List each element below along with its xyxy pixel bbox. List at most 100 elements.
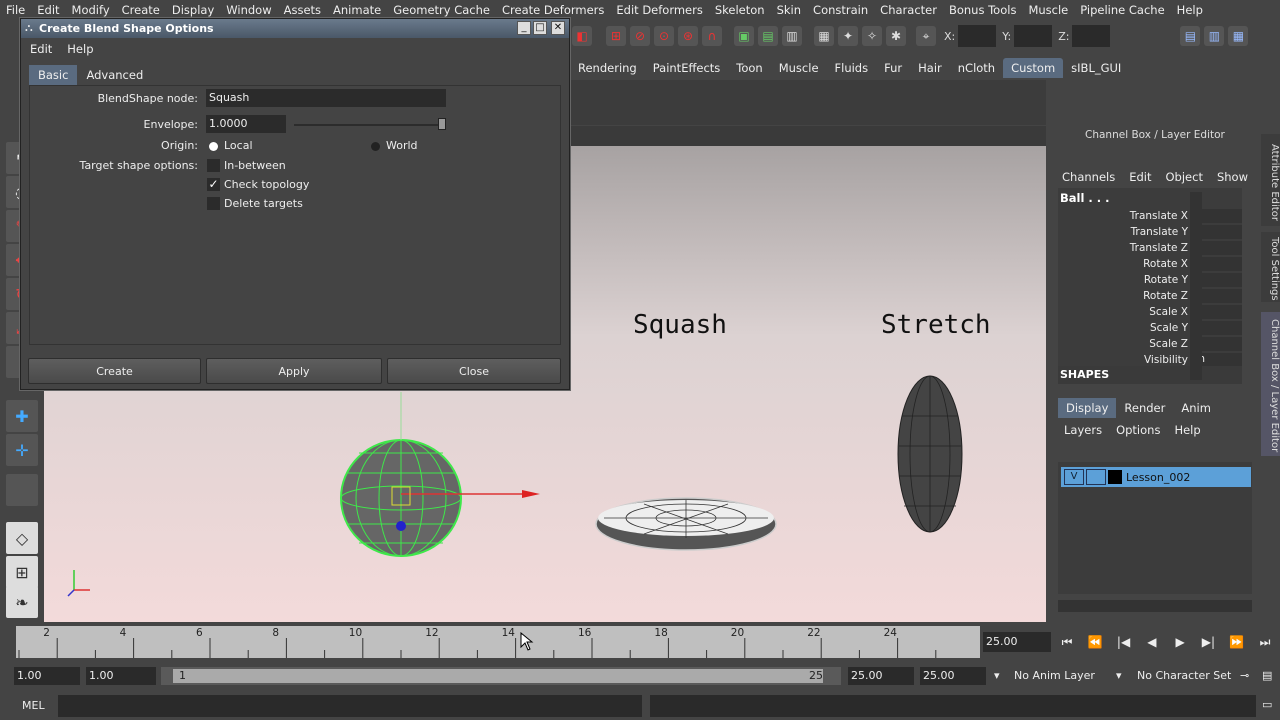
shelf-tab-custom[interactable]: Custom: [1003, 58, 1064, 78]
render-icon[interactable]: ✦: [838, 26, 858, 46]
step-forward-frame-icon[interactable]: ▶|: [1197, 635, 1219, 649]
origin-local-radio[interactable]: [209, 142, 218, 151]
shelf-tab-muscle[interactable]: Muscle: [771, 58, 827, 78]
animation-start-field[interactable]: 1.00: [14, 667, 80, 685]
origin-world-label[interactable]: World: [386, 139, 418, 152]
attribute-editor-toggle-icon[interactable]: ▤: [1180, 26, 1201, 46]
snap-curve-icon[interactable]: ⊘: [630, 26, 650, 46]
menu-edit-deformers[interactable]: Edit Deformers: [616, 3, 702, 17]
channel-row[interactable]: Translate Y0: [1058, 224, 1242, 240]
character-set-dropdown-icon[interactable]: ▾: [1116, 667, 1122, 685]
side-tab-tool-settings[interactable]: Tool Settings: [1261, 232, 1280, 302]
menu-display[interactable]: Display: [172, 3, 214, 17]
shelf-tab-toon[interactable]: Toon: [728, 58, 770, 78]
origin-local-label[interactable]: Local: [224, 139, 253, 152]
command-input[interactable]: [58, 695, 642, 717]
dialog-title-bar[interactable]: ⛬ Create Blend Shape Options _ □ ✕: [21, 19, 569, 38]
menu-skin[interactable]: Skin: [777, 3, 801, 17]
shelf-tab-ncloth[interactable]: nCloth: [950, 58, 1003, 78]
blendshape-node-field[interactable]: Squash: [206, 89, 446, 107]
construction-history-icon[interactable]: ▣: [734, 26, 754, 46]
menu-create[interactable]: Create: [122, 3, 160, 17]
channel-row[interactable]: Scale Z1: [1058, 336, 1242, 352]
menu-animate[interactable]: Animate: [333, 3, 381, 17]
anim-layer-selector[interactable]: No Anim Layer: [1014, 667, 1095, 685]
shelf-tab-rendering[interactable]: Rendering: [570, 58, 645, 78]
menu-constrain[interactable]: Constrain: [813, 3, 868, 17]
menu-muscle[interactable]: Muscle: [1028, 3, 1068, 17]
tab-display[interactable]: Display: [1058, 398, 1117, 418]
tool-settings-toggle-icon[interactable]: ▥: [1204, 26, 1225, 46]
layer-color-swatch[interactable]: [1108, 470, 1122, 484]
magnet-icon[interactable]: ∩: [702, 26, 722, 46]
le-menu-layers[interactable]: Layers: [1064, 423, 1102, 437]
menu-create-deformers[interactable]: Create Deformers: [502, 3, 604, 17]
last-tool-icon[interactable]: [6, 474, 38, 506]
tab-advanced[interactable]: Advanced: [77, 65, 152, 85]
in-between-label[interactable]: In-between: [224, 159, 286, 172]
time-slider[interactable]: 2 4 6 8 10 12 14 16 18 20 22 24: [16, 626, 980, 658]
layer-row[interactable]: V Lesson_002: [1061, 467, 1251, 487]
menu-bonus-tools[interactable]: Bonus Tools: [949, 3, 1016, 17]
render-view-icon[interactable]: ▦: [814, 26, 834, 46]
channel-row[interactable]: Rotate X0: [1058, 256, 1242, 272]
y-field[interactable]: [1014, 25, 1053, 47]
four-view-layout-icon[interactable]: ⊞: [6, 556, 38, 588]
single-view-layout-icon[interactable]: ◇: [6, 522, 38, 554]
step-back-frame-icon[interactable]: |◀: [1113, 635, 1135, 649]
channel-row[interactable]: Translate Z0: [1058, 240, 1242, 256]
x-field[interactable]: [958, 25, 997, 47]
layer-visibility-toggle[interactable]: V: [1064, 469, 1084, 485]
move-manip-z-handle[interactable]: [396, 521, 406, 531]
minimize-icon[interactable]: _: [517, 21, 531, 35]
menu-help[interactable]: Help: [1177, 3, 1203, 17]
delete-targets-label[interactable]: Delete targets: [224, 197, 303, 210]
cb-menu-edit[interactable]: Edit: [1129, 170, 1151, 184]
current-time-field[interactable]: 25.00: [983, 632, 1051, 652]
snap-point-icon[interactable]: ⊙: [654, 26, 674, 46]
shelf-tab-sibl-gui[interactable]: sIBL_GUI: [1063, 58, 1129, 78]
tab-anim[interactable]: Anim: [1173, 398, 1219, 418]
side-tab-channel-box[interactable]: Channel Box / Layer Editor: [1261, 312, 1280, 456]
step-forward-key-icon[interactable]: ⏩: [1226, 635, 1248, 649]
cb-menu-channels[interactable]: Channels: [1062, 170, 1115, 184]
tab-render[interactable]: Render: [1116, 398, 1173, 418]
cb-menu-show[interactable]: Show: [1217, 170, 1248, 184]
outliner-layout-icon[interactable]: ❧: [6, 586, 38, 618]
maximize-icon[interactable]: □: [533, 21, 547, 35]
check-topology-checkbox[interactable]: ✓: [207, 178, 220, 191]
output-ops-icon[interactable]: ▥: [782, 26, 802, 46]
step-back-key-icon[interactable]: ⏪: [1084, 635, 1106, 649]
menu-pipeline-cache[interactable]: Pipeline Cache: [1080, 3, 1164, 17]
play-backward-icon[interactable]: ◀: [1141, 635, 1163, 649]
selected-object-name[interactable]: Ball . . .: [1060, 191, 1110, 205]
side-tab-attribute-editor[interactable]: Attribute Editor: [1261, 134, 1280, 226]
anim-layer-dropdown-icon[interactable]: ▾: [994, 667, 1000, 685]
origin-world-radio[interactable]: [371, 142, 380, 151]
shapes-header[interactable]: SHAPES: [1058, 366, 1242, 384]
ipr-render-icon[interactable]: ✧: [862, 26, 882, 46]
ball-mesh[interactable]: [340, 439, 462, 557]
render-settings-icon[interactable]: ✱: [886, 26, 906, 46]
tab-basic[interactable]: Basic: [29, 65, 78, 85]
move-manip-x-arrow[interactable]: [522, 490, 540, 498]
snap-view-icon[interactable]: ⊛: [678, 26, 698, 46]
channel-row[interactable]: Rotate Z0: [1058, 288, 1242, 304]
script-editor-icon[interactable]: ▭: [1262, 698, 1272, 711]
apply-button[interactable]: Apply: [206, 358, 382, 384]
menu-file[interactable]: File: [6, 3, 25, 17]
show-manip-icon[interactable]: ✛: [6, 434, 38, 466]
le-menu-options[interactable]: Options: [1116, 423, 1160, 437]
menu-geometry-cache[interactable]: Geometry Cache: [393, 3, 490, 17]
shelf-tab-painteffects[interactable]: PaintEffects: [645, 58, 729, 78]
menu-skeleton[interactable]: Skeleton: [715, 3, 765, 17]
le-menu-help[interactable]: Help: [1174, 423, 1200, 437]
menu-character[interactable]: Character: [880, 3, 937, 17]
menu-window[interactable]: Window: [226, 3, 271, 17]
envelope-slider-track[interactable]: [294, 124, 442, 126]
shelf-tab-hair[interactable]: Hair: [910, 58, 950, 78]
range-slider-handle[interactable]: [173, 669, 823, 683]
check-topology-label[interactable]: Check topology: [224, 178, 309, 191]
character-set-selector[interactable]: No Character Set: [1137, 667, 1231, 685]
channel-row[interactable]: Rotate Y0: [1058, 272, 1242, 288]
